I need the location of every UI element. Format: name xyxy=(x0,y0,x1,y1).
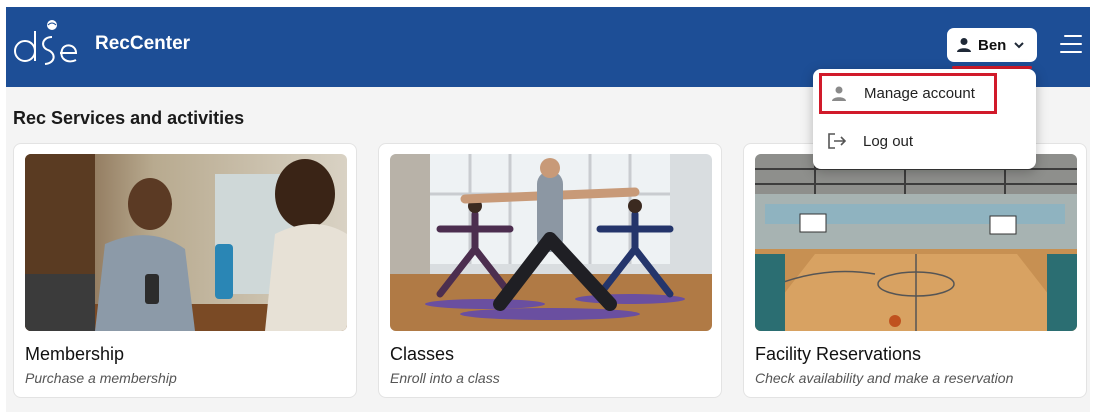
menu-item-label: Manage account xyxy=(864,85,975,102)
classes-card[interactable]: Classes Enroll into a class xyxy=(378,143,722,398)
user-menu-button[interactable]: Ben xyxy=(947,28,1037,62)
facility-reservations-card[interactable]: Facility Reservations Check availability… xyxy=(743,143,1087,398)
brand-name[interactable]: RecCenter xyxy=(95,33,190,55)
logout-icon xyxy=(828,133,847,149)
membership-card[interactable]: Membership Purchase a membership xyxy=(13,143,357,398)
card-title: Membership xyxy=(25,344,125,364)
app-frame: RecCenter Ben Rec Services and activitie… xyxy=(6,7,1090,412)
user-name: Ben xyxy=(978,36,1007,54)
dse-logo-icon[interactable] xyxy=(12,17,78,75)
manage-account-item[interactable]: Manage account xyxy=(819,73,997,114)
card-subtitle: Enroll into a class xyxy=(390,370,500,386)
chevron-down-icon xyxy=(1014,42,1025,49)
gymnasium-photo xyxy=(755,154,1077,331)
card-subtitle: Purchase a membership xyxy=(25,370,177,386)
card-subtitle: Check availability and make a reservatio… xyxy=(755,370,1014,386)
membership-photo xyxy=(25,154,347,331)
log-out-item[interactable]: Log out xyxy=(813,120,1036,162)
yoga-class-photo xyxy=(390,154,712,331)
card-title: Facility Reservations xyxy=(755,344,922,364)
section-title: Rec Services and activities xyxy=(13,108,245,128)
user-dropdown-menu: Manage account Log out xyxy=(813,69,1036,169)
person-icon xyxy=(957,38,971,52)
person-icon xyxy=(832,86,846,101)
card-title: Classes xyxy=(390,344,455,364)
hamburger-menu-icon[interactable] xyxy=(1060,32,1084,56)
menu-item-label: Log out xyxy=(863,132,914,150)
